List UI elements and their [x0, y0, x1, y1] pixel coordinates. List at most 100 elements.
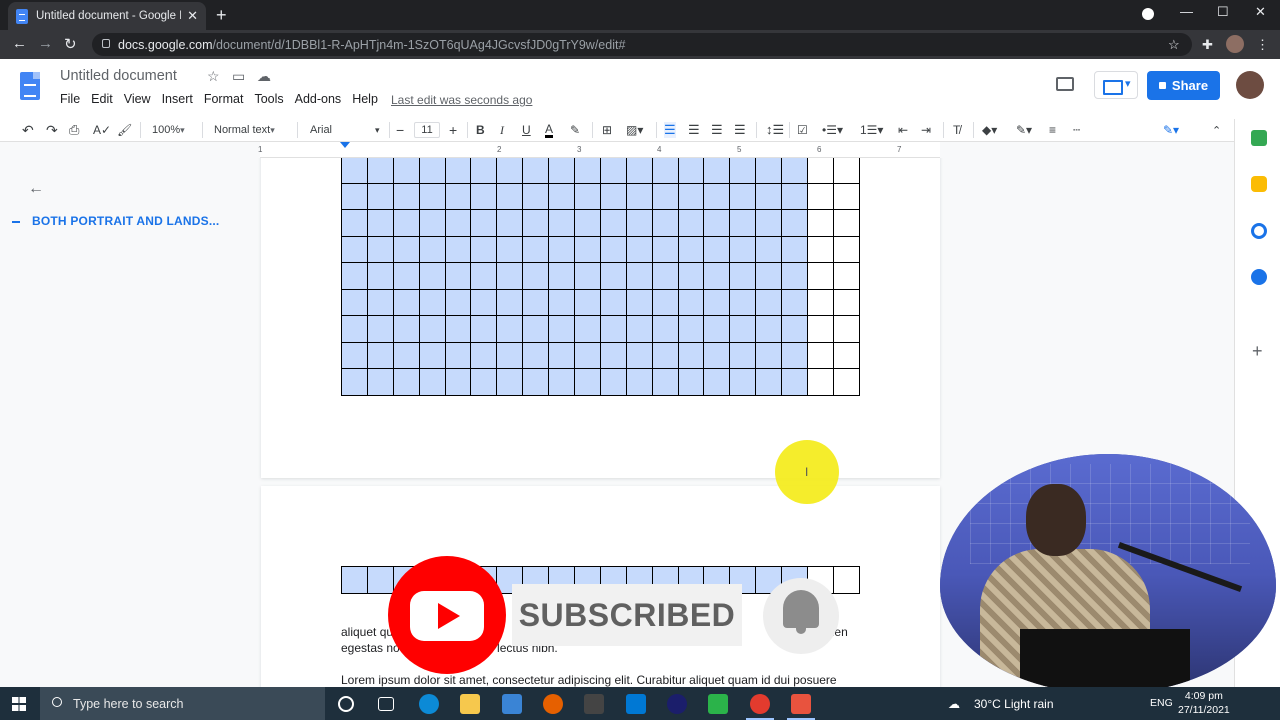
table-cell[interactable] — [341, 182, 368, 210]
table-cell[interactable] — [651, 341, 679, 369]
table-cell[interactable] — [677, 182, 705, 210]
table-cell[interactable] — [574, 182, 601, 210]
table-cell[interactable] — [651, 288, 679, 316]
increase-indent-icon[interactable]: ⇥ — [921, 122, 931, 138]
table-cell[interactable] — [522, 209, 550, 237]
table-cell[interactable] — [470, 368, 498, 396]
table-cell[interactable] — [703, 262, 731, 290]
table-cell[interactable] — [418, 182, 446, 210]
table-cell[interactable] — [625, 209, 653, 237]
table-cell[interactable] — [341, 368, 368, 396]
clear-formatting-icon[interactable]: T̸ — [953, 122, 960, 138]
menu-tools[interactable]: Tools — [254, 92, 283, 106]
table-cell[interactable] — [366, 368, 394, 396]
table-cell[interactable] — [807, 262, 834, 290]
table-cell[interactable] — [781, 341, 809, 369]
table-cell[interactable] — [832, 315, 860, 343]
text-color-button[interactable]: A — [545, 122, 554, 138]
table-cell[interactable] — [341, 235, 368, 263]
table-cell[interactable] — [599, 315, 627, 343]
table-cell[interactable] — [807, 315, 834, 343]
table-cell[interactable] — [548, 368, 576, 396]
table-cell[interactable] — [781, 262, 809, 290]
table-cell[interactable] — [807, 235, 834, 263]
move-folder-icon[interactable]: ▭ — [232, 68, 245, 85]
notion-icon[interactable] — [584, 694, 604, 714]
table-cell[interactable] — [703, 288, 731, 316]
keep-icon[interactable] — [1251, 176, 1267, 192]
table-cell[interactable] — [392, 288, 420, 316]
table-cell[interactable] — [781, 209, 809, 237]
underline-button[interactable]: U — [522, 122, 531, 138]
table-cell[interactable] — [496, 288, 524, 316]
table-cell[interactable] — [470, 341, 498, 369]
table-cell[interactable] — [548, 158, 576, 184]
justify-icon[interactable]: ☰ — [734, 122, 746, 138]
document-table[interactable] — [341, 158, 860, 396]
table-cell[interactable] — [625, 182, 653, 210]
table-cell[interactable] — [470, 158, 498, 184]
numbered-list-icon[interactable]: 1☰▾ — [860, 122, 883, 138]
table-cell[interactable] — [729, 341, 757, 369]
table-cell[interactable] — [755, 182, 783, 210]
table-cell[interactable] — [755, 262, 783, 290]
table-cell[interactable] — [418, 209, 446, 237]
table-cell[interactable] — [496, 315, 524, 343]
table-cell[interactable] — [755, 235, 783, 263]
table-cell[interactable] — [574, 341, 601, 369]
minimize-window-button[interactable]: — — [1180, 4, 1193, 19]
chrome-profile-avatar[interactable] — [1226, 35, 1244, 53]
table-cell[interactable] — [755, 368, 783, 396]
bookmark-star-icon[interactable]: ☆ — [1168, 37, 1180, 53]
system-clock[interactable]: 4:09 pm 27/11/2021 — [1178, 689, 1230, 717]
menu-help[interactable]: Help — [352, 92, 378, 106]
account-avatar[interactable] — [1236, 71, 1264, 99]
google-docs-logo-icon[interactable] — [20, 72, 40, 100]
table-cell[interactable] — [807, 368, 834, 396]
table-cell[interactable] — [548, 235, 576, 263]
cortana-icon[interactable] — [338, 696, 354, 712]
table-cell[interactable] — [599, 235, 627, 263]
table-cell[interactable] — [392, 262, 420, 290]
table-cell[interactable] — [522, 368, 550, 396]
indent-marker[interactable] — [340, 142, 350, 148]
last-edit-status[interactable]: Last edit was seconds ago — [391, 93, 532, 107]
table-cell[interactable] — [444, 368, 472, 396]
table-cell[interactable] — [677, 209, 705, 237]
table-cell[interactable] — [444, 235, 472, 263]
tab-search-icon[interactable] — [1142, 8, 1154, 20]
table-cell[interactable] — [496, 368, 524, 396]
menu-format[interactable]: Format — [204, 92, 244, 106]
table-cell[interactable] — [341, 288, 368, 316]
share-button[interactable]: Share — [1147, 71, 1220, 100]
table-cell[interactable] — [832, 262, 860, 290]
comment-history-icon[interactable] — [1056, 77, 1074, 91]
table-cell[interactable] — [392, 368, 420, 396]
table-cell[interactable] — [755, 209, 783, 237]
table-cell[interactable] — [729, 182, 757, 210]
table-cell[interactable] — [599, 182, 627, 210]
table-cell[interactable] — [625, 288, 653, 316]
reload-icon[interactable]: ↻ — [64, 35, 77, 53]
table-cell[interactable] — [392, 209, 420, 237]
table-cell[interactable] — [651, 182, 679, 210]
table-cell[interactable] — [470, 315, 498, 343]
table-cell[interactable] — [366, 288, 394, 316]
zoom-select[interactable]: 100% — [152, 122, 185, 138]
table-cell[interactable] — [470, 262, 498, 290]
back-arrow-icon[interactable]: ← — [28, 180, 44, 198]
weather-icon[interactable]: ☁ — [948, 697, 960, 711]
table-cell[interactable] — [755, 288, 783, 316]
table-cell[interactable] — [574, 368, 601, 396]
align-left-icon[interactable]: ☰ — [664, 122, 676, 138]
table-cell[interactable] — [341, 209, 368, 237]
table-cell[interactable] — [703, 158, 731, 184]
table-cell[interactable] — [781, 368, 809, 396]
table-cell[interactable] — [548, 341, 576, 369]
table-cell[interactable] — [807, 341, 834, 369]
table-cell[interactable] — [625, 235, 653, 263]
table-cell[interactable] — [341, 341, 368, 369]
edge-icon[interactable] — [419, 694, 439, 714]
highlight-color-icon[interactable]: ✎ — [570, 122, 580, 138]
table-cell[interactable] — [418, 262, 446, 290]
